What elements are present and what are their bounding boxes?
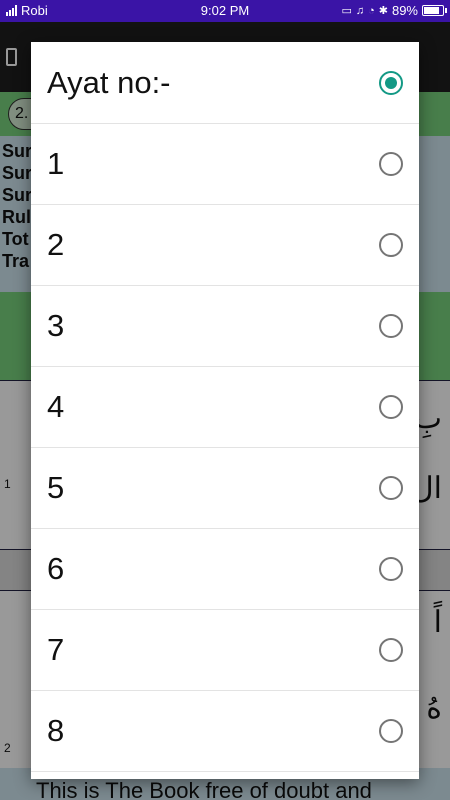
radio-button[interactable]	[379, 233, 403, 257]
dialog-title: Ayat no:-	[47, 64, 171, 100]
ayat-option-1[interactable]: 1	[31, 124, 419, 205]
ayat-option-5[interactable]: 5	[31, 448, 419, 529]
option-label: 3	[47, 308, 65, 343]
radio-button[interactable]	[379, 395, 403, 419]
ayat-option-2[interactable]: 2	[31, 205, 419, 286]
option-label: 4	[47, 389, 65, 424]
radio-button[interactable]	[379, 719, 403, 743]
ayat-option-4[interactable]: 4	[31, 367, 419, 448]
battery-percent: 89%	[391, 3, 418, 18]
mute-icon: ♫	[355, 4, 365, 17]
ayat-option-7[interactable]: 7	[31, 610, 419, 691]
dialog-title-row[interactable]: Ayat no:-	[31, 42, 419, 124]
alarm-icon: ◔	[368, 4, 375, 17]
option-label: 7	[47, 632, 65, 667]
status-right: ▭ ♫ ◔ ✱ 89%	[341, 3, 447, 18]
radio-button[interactable]	[379, 638, 403, 662]
status-bar: Robi 9:02 PM ▭ ♫ ◔ ✱ 89%	[0, 0, 450, 22]
battery-icon	[422, 5, 447, 16]
option-label: 6	[47, 551, 65, 586]
option-label: 1	[47, 146, 65, 181]
radio-button[interactable]	[379, 314, 403, 338]
radio-button[interactable]	[379, 557, 403, 581]
option-label: 2	[47, 227, 65, 262]
title-radio-button[interactable]	[379, 70, 403, 95]
option-label: 5	[47, 470, 65, 505]
ayat-picker-dialog: Ayat no:- 1 2 3 4 5 6 7 8	[31, 42, 419, 779]
ayat-option-6[interactable]: 6	[31, 529, 419, 610]
ayat-option-8[interactable]: 8	[31, 691, 419, 772]
ayat-option-3[interactable]: 3	[31, 286, 419, 367]
radio-button[interactable]	[379, 476, 403, 500]
battery-fill	[424, 7, 439, 14]
radio-button[interactable]	[379, 152, 403, 176]
option-label: 8	[47, 713, 65, 748]
bluetooth-icon: ✱	[378, 5, 388, 17]
cast-icon: ▭	[341, 5, 352, 17]
